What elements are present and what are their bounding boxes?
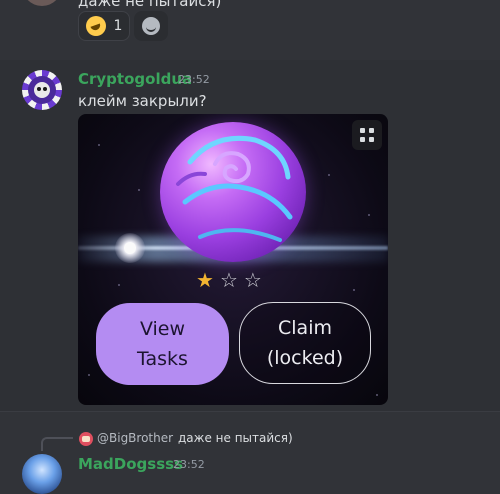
message-content: клейм закрыли? <box>78 92 207 110</box>
reaction-count: 1 <box>113 18 123 34</box>
reply-connector <box>41 437 73 451</box>
claim-label: Claim (locked) <box>266 317 344 369</box>
view-tasks-label: View Tasks <box>137 318 188 370</box>
avatar[interactable] <box>22 454 62 494</box>
reply-preview-text[interactable]: даже не пытайся) <box>178 431 293 445</box>
reply-username[interactable]: @BigBrother <box>97 431 173 445</box>
star-rating: ★ ☆ ☆ <box>196 270 262 290</box>
planet-image <box>160 122 306 262</box>
claim-locked-button[interactable]: Claim (locked) <box>239 302 371 384</box>
reaction-rofl[interactable]: 1 <box>78 11 130 41</box>
divider <box>0 411 500 412</box>
timestamp[interactable]: 23:52 <box>173 458 205 471</box>
add-reaction-icon <box>142 17 160 35</box>
username[interactable]: Cryptogoldua <box>78 70 192 88</box>
reply-avatar[interactable] <box>79 432 93 446</box>
message-content: даже не пытайся) <box>78 0 222 10</box>
timestamp[interactable]: 23:52 <box>178 73 210 86</box>
previous-message: даже не пытайся) 1 <box>0 0 500 60</box>
panda-icon <box>34 82 50 98</box>
star-filled-icon: ★ <box>196 268 214 292</box>
add-reaction-button[interactable] <box>134 11 168 41</box>
star-empty-icon: ☆ <box>219 268 238 292</box>
avatar[interactable] <box>22 70 62 110</box>
view-tasks-button[interactable]: View Tasks <box>96 303 229 385</box>
star-empty-icon: ☆ <box>243 268 262 292</box>
username[interactable]: MadDogssss <box>78 455 183 473</box>
expand-icon[interactable] <box>352 120 382 150</box>
activity-embed: ★ ☆ ☆ View Tasks Claim (locked) <box>78 114 388 405</box>
rofl-emoji-icon <box>85 16 106 36</box>
avatar[interactable] <box>22 0 62 6</box>
